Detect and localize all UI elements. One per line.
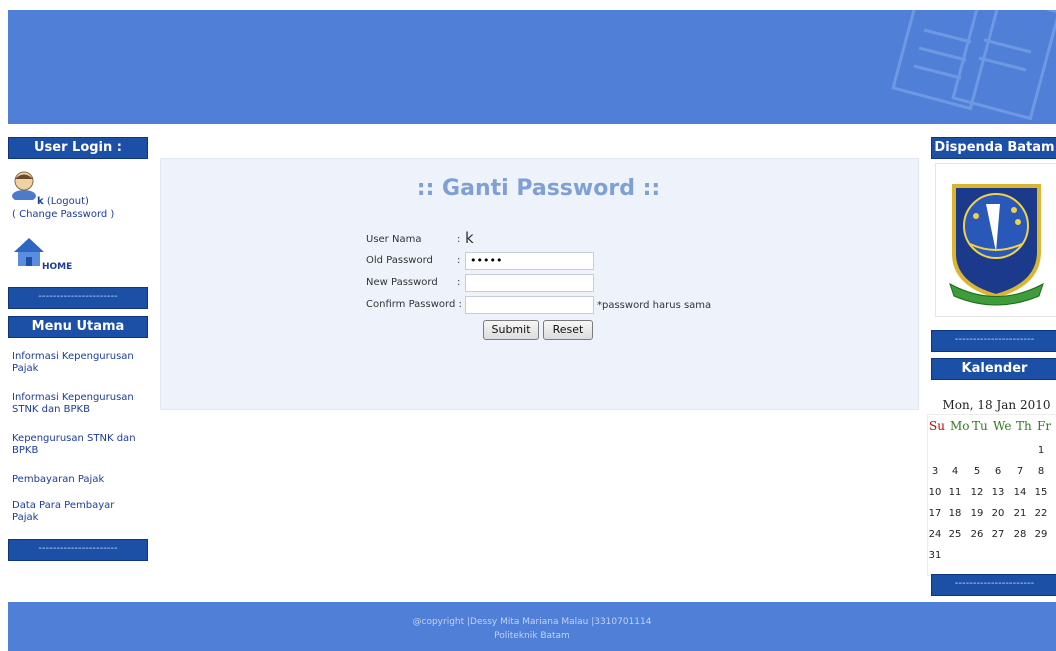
- confirm-password-field[interactable]: [465, 296, 594, 314]
- calendar-day[interactable]: 26: [969, 529, 985, 540]
- page-title: :: Ganti Password ::: [416, 176, 661, 201]
- menu-utama-title: Menu Utama: [8, 316, 148, 338]
- confirm-password-label: Confirm Password :: [366, 299, 462, 310]
- calendar-day[interactable]: 21: [1012, 508, 1028, 519]
- calendar-day[interactable]: 8: [1033, 466, 1049, 477]
- calendar-day[interactable]: 20: [990, 508, 1006, 519]
- weekday-header-tu: Tu: [972, 419, 988, 433]
- calendar-day[interactable]: 27: [990, 529, 1006, 540]
- change-password-link[interactable]: ( Change Password ): [12, 209, 114, 220]
- footer-institution: Politeknik Batam: [494, 631, 570, 641]
- new-password-label: New Password: [366, 277, 438, 288]
- new-password-field[interactable]: [465, 274, 594, 292]
- site-footer: @copyright |Dessy Mita Mariana Malau |33…: [8, 602, 1056, 651]
- logout-link[interactable]: (Logout): [47, 196, 89, 207]
- document-decoration-icon: [891, 10, 1056, 121]
- calendar-day[interactable]: 22: [1033, 508, 1049, 519]
- old-password-field[interactable]: •••••: [465, 252, 594, 270]
- calendar-day[interactable]: 14: [1012, 487, 1028, 498]
- calendar-day[interactable]: 3: [927, 466, 943, 477]
- menu-item-kepengurusan-stnk-bpkb[interactable]: Kepengurusan STNK dan BPKB: [12, 433, 147, 457]
- old-password-colon: :: [457, 255, 461, 266]
- menu-item-informasi-stnk-bpkb[interactable]: Informasi Kepengurusan STNK dan BPKB: [12, 392, 147, 416]
- dispenda-batam-title: Dispenda Batam: [931, 137, 1056, 159]
- new-password-colon: :: [457, 277, 461, 288]
- menu-item-pembayaran-pajak[interactable]: Pembayaran Pajak: [12, 474, 147, 486]
- calendar-day[interactable]: 5: [969, 466, 985, 477]
- calendar-date-label: Mon, 18 Jan 2010: [942, 398, 1051, 412]
- right-bottom-divider-bar: ----------------------: [931, 574, 1056, 596]
- calendar-day[interactable]: 4: [947, 466, 963, 477]
- left-bottom-divider-bar: ----------------------: [8, 539, 148, 561]
- calendar-day[interactable]: 17: [927, 508, 943, 519]
- calendar-day[interactable]: 12: [969, 487, 985, 498]
- calendar-day[interactable]: 10: [927, 487, 943, 498]
- footer-copyright: @copyright |Dessy Mita Mariana Malau |33…: [412, 617, 652, 627]
- calendar-day[interactable]: 7: [1012, 466, 1028, 477]
- menu-item-informasi-pajak[interactable]: Informasi Kepengurusan Pajak: [12, 351, 147, 375]
- home-link[interactable]: HOME: [42, 262, 72, 272]
- calendar-day[interactable]: 31: [927, 550, 943, 561]
- provincial-emblem-icon: [949, 184, 1044, 306]
- calendar-day[interactable]: 6: [990, 466, 1006, 477]
- user-display: k (Logout): [37, 196, 89, 207]
- username-colon: :: [457, 234, 461, 245]
- home-icon[interactable]: [12, 236, 46, 270]
- weekday-header-mo: Mo: [950, 419, 970, 433]
- calendar-day[interactable]: 13: [990, 487, 1006, 498]
- site-header-banner: [8, 10, 1056, 124]
- calendar-day[interactable]: 25: [947, 529, 963, 540]
- weekday-header-fr: Fr: [1037, 419, 1052, 433]
- weekday-header-su: Su: [929, 419, 945, 433]
- calendar-day[interactable]: 29: [1033, 529, 1049, 540]
- right-divider-bar: ----------------------: [931, 330, 1056, 352]
- kalender-title: Kalender: [931, 358, 1056, 380]
- calendar-day[interactable]: 19: [969, 508, 985, 519]
- weekday-header-th: Th: [1016, 419, 1032, 433]
- user-login-title: User Login :: [8, 137, 148, 159]
- menu-item-data-pembayar-pajak[interactable]: Data Para Pembayar Pajak: [12, 500, 122, 524]
- username-label: User Nama: [366, 234, 422, 245]
- calendar-day[interactable]: 28: [1012, 529, 1028, 540]
- old-password-label: Old Password: [366, 255, 433, 266]
- calendar-day[interactable]: 1: [1033, 445, 1049, 456]
- submit-button[interactable]: Submit: [483, 320, 539, 340]
- reset-button[interactable]: Reset: [543, 320, 593, 340]
- username-value: k: [465, 229, 474, 247]
- calendar-day[interactable]: 11: [947, 487, 963, 498]
- calendar-day[interactable]: 15: [1033, 487, 1049, 498]
- calendar-day[interactable]: 18: [947, 508, 963, 519]
- username: k: [37, 196, 44, 207]
- user-icon: [12, 171, 36, 200]
- left-divider-bar: ----------------------: [8, 287, 148, 309]
- password-hint: *password harus sama: [597, 300, 712, 311]
- calendar-day[interactable]: 24: [927, 529, 943, 540]
- weekday-header-we: We: [993, 419, 1012, 433]
- dispenda-logo-frame: [935, 163, 1056, 317]
